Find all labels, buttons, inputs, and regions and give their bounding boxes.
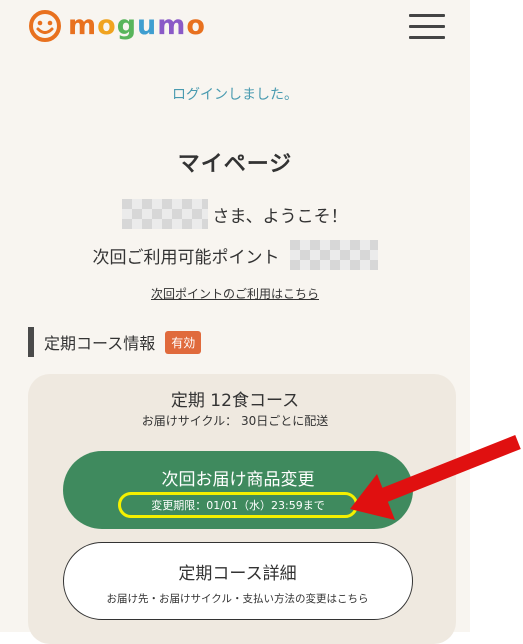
welcome-line: さま、ようこそ！: [0, 197, 470, 231]
hamburger-icon-line: [409, 25, 445, 28]
mogumo-logo[interactable]: mogumo: [28, 9, 206, 43]
logo-letter: o: [186, 10, 206, 41]
detail-button-subtext: お届け先・お届けサイクル・支払い方法の変更はこちら: [106, 593, 369, 605]
points-usage-link[interactable]: 次回ポイントのご利用はこちら: [0, 285, 470, 302]
logo-wordmark: mogumo: [68, 9, 206, 43]
logo-letter: g: [116, 10, 138, 41]
subscription-section-header: 定期コース情報 有効: [28, 326, 202, 358]
course-name: 定期 12食コース: [170, 391, 300, 411]
section-marker: [28, 327, 34, 357]
logo-letter: m: [68, 10, 98, 41]
menu-button[interactable]: [407, 10, 447, 42]
hamburger-icon-line: [409, 36, 445, 39]
logo-letter: u: [137, 10, 158, 41]
course-detail-button[interactable]: 定期コース詳細 お届け先・お届けサイクル・支払い方法の変更はこちら: [63, 542, 413, 620]
redacted-user-name: [122, 199, 209, 229]
detail-button-label: 定期コース詳細: [178, 564, 297, 584]
logo-letter: o: [97, 10, 117, 41]
red-arrow-icon: [350, 435, 521, 520]
page-title: マイページ: [177, 152, 293, 177]
welcome-text: さま、ようこそ！: [212, 206, 348, 227]
points-label: 次回ご利用可能ポイント: [92, 247, 280, 268]
section-title: 定期コース情報: [44, 334, 156, 353]
delivery-cycle: お届けサイクル： 30日ごとに配送: [141, 414, 329, 428]
smiley-logo-icon: [29, 10, 61, 42]
hamburger-icon-line: [409, 14, 445, 17]
header: mogumo: [0, 0, 470, 60]
login-message: ログインしました。: [172, 87, 298, 103]
logo-letter: m: [157, 10, 187, 41]
redacted-points-value: [289, 240, 378, 270]
change-deadline: 変更期限：01/01（水）23:59まで: [118, 492, 358, 518]
status-badge: 有効: [165, 330, 202, 354]
points-line: 次回ご利用可能ポイント: [0, 238, 470, 272]
